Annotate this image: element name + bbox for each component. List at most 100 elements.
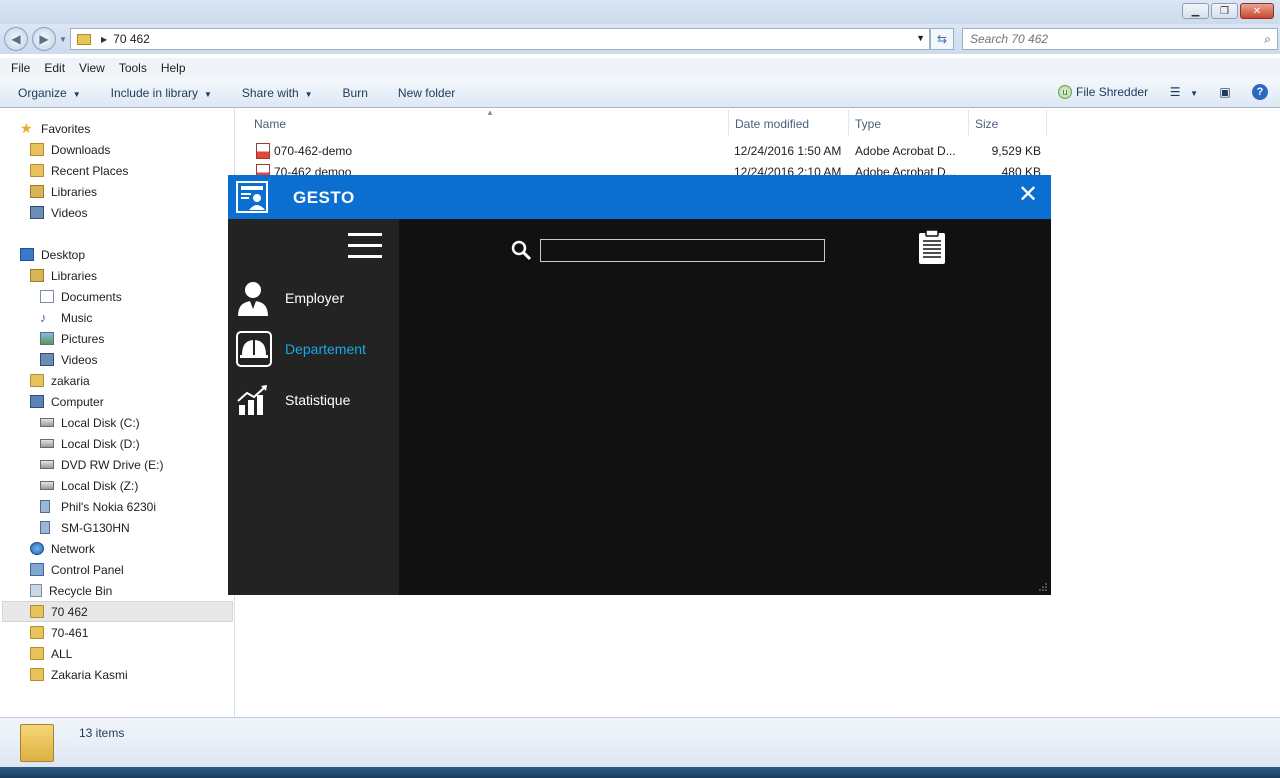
chevron-down-icon: ▼	[204, 89, 212, 99]
close-button[interactable]: ✕	[1240, 3, 1274, 19]
close-icon[interactable]: ✕	[1017, 183, 1039, 207]
nav-favorites-videos[interactable]: Videos	[30, 202, 87, 223]
change-view-button[interactable]: ☰ ▼	[1166, 84, 1198, 100]
nav-label: 70 462	[51, 604, 88, 619]
nav-favorites-libraries[interactable]: Libraries	[30, 181, 97, 202]
dvd-drive-icon	[40, 460, 54, 469]
column-header-type[interactable]: Type	[855, 114, 881, 134]
gesto-sidebar: Employer Departement Statistique	[228, 219, 399, 595]
nav-favorites[interactable]: ★ Favorites	[20, 118, 90, 139]
nav-network[interactable]: Network	[30, 538, 95, 559]
nav-all[interactable]: ALL	[30, 643, 72, 664]
column-divider[interactable]	[848, 110, 849, 136]
organize-button[interactable]: Organize ▼	[18, 86, 81, 100]
menu-bar: File Edit View Tools Help	[0, 58, 1280, 78]
column-header-date-modified[interactable]: Date modified	[735, 114, 809, 134]
nav-pictures[interactable]: Pictures	[40, 328, 104, 349]
menu-help[interactable]: Help	[161, 61, 194, 75]
nav-local-disk-z[interactable]: Local Disk (Z:)	[40, 475, 138, 496]
menu-view[interactable]: View	[79, 61, 113, 75]
file-shredder-button[interactable]: u File Shredder	[1058, 85, 1148, 100]
minimize-button[interactable]: ▁	[1182, 3, 1209, 19]
nav-statistique-label: Statistique	[285, 392, 351, 408]
nav-computer[interactable]: Computer	[30, 391, 104, 412]
nav-downloads[interactable]: Downloads	[30, 139, 110, 160]
computer-icon	[30, 395, 44, 408]
breadcrumb-arrow-icon[interactable]: ▶	[101, 35, 107, 44]
nav-libraries[interactable]: Libraries	[30, 265, 97, 286]
share-with-button[interactable]: Share with ▼	[242, 86, 313, 100]
nav-dvd-drive-e[interactable]: DVD RW Drive (E:)	[40, 454, 163, 475]
menu-tools[interactable]: Tools	[119, 61, 155, 75]
nav-recent-places[interactable]: Recent Places	[30, 160, 128, 181]
nav-desktop[interactable]: Desktop	[20, 244, 85, 265]
nav-sm-g130hn[interactable]: SM-G130HN	[40, 517, 130, 538]
nav-label: Control Panel	[51, 562, 124, 577]
nav-label: Downloads	[51, 142, 111, 157]
address-bar[interactable]: ▶ 70 462 ▼	[70, 28, 930, 50]
column-header-name[interactable]: Name	[254, 114, 286, 134]
address-row: ◀ ▶ ▼ ▶ 70 462 ▼ ⇆ ⌕	[0, 24, 1280, 54]
nav-videos[interactable]: Videos	[40, 349, 97, 370]
file-shredder-icon: u	[1058, 85, 1073, 100]
gesto-titlebar[interactable]: GESTO ✕	[228, 175, 1051, 219]
nav-control-panel[interactable]: Control Panel	[30, 559, 124, 580]
nav-documents[interactable]: Documents	[40, 286, 122, 307]
preview-pane-icon[interactable]: ▣	[1216, 84, 1234, 100]
burn-button[interactable]: Burn	[343, 86, 368, 100]
search-input[interactable]	[970, 32, 1250, 46]
nav-label: Zakaria Kasmi	[51, 667, 128, 682]
include-in-library-button[interactable]: Include in library ▼	[111, 86, 212, 100]
resize-grip-icon[interactable]	[1038, 582, 1048, 592]
clipboard-icon[interactable]	[917, 229, 947, 265]
nav-music[interactable]: ♪ Music	[40, 307, 92, 328]
nav-departement[interactable]: Departement	[236, 329, 396, 369]
nav-local-disk-d[interactable]: Local Disk (D:)	[40, 433, 140, 454]
new-folder-button[interactable]: New folder	[398, 86, 455, 100]
column-divider[interactable]	[968, 110, 969, 136]
file-name: 070-462-demo	[274, 143, 353, 158]
search-input[interactable]	[540, 239, 825, 262]
nav-zakaria[interactable]: zakaria	[30, 370, 90, 391]
address-dropdown-icon[interactable]: ▼	[916, 33, 925, 43]
share-with-label: Share with	[241, 85, 299, 100]
app-logo-icon	[236, 181, 268, 213]
nav-70-462[interactable]: 70 462	[2, 601, 233, 622]
nav-label: Videos	[51, 205, 88, 220]
folder-icon	[30, 647, 44, 660]
column-divider[interactable]	[728, 110, 729, 136]
pdf-icon	[256, 142, 270, 159]
nav-nokia-phone[interactable]: Phil's Nokia 6230i	[40, 496, 156, 517]
file-date: 12/24/2016 1:50 AM	[734, 143, 842, 158]
taskbar[interactable]	[0, 767, 1280, 778]
nav-recycle-bin[interactable]: Recycle Bin	[30, 580, 112, 601]
hamburger-menu-icon[interactable]	[348, 233, 382, 261]
recent-pages-chevron-icon[interactable]: ▼	[59, 35, 67, 44]
menu-file[interactable]: File	[11, 61, 38, 75]
breadcrumb-current[interactable]: 70 462	[113, 32, 150, 46]
recent-places-icon	[30, 164, 44, 177]
nav-statistique[interactable]: Statistique	[236, 380, 396, 420]
nav-zakaria-kasmi[interactable]: Zakaria Kasmi	[30, 664, 128, 685]
refresh-button[interactable]: ⇆	[930, 28, 954, 50]
maximize-button[interactable]: ❐	[1211, 3, 1238, 19]
search-icon[interactable]: ⌕	[1264, 32, 1271, 47]
folder-icon	[30, 626, 44, 639]
nav-70-461[interactable]: 70-461	[30, 622, 88, 643]
back-button[interactable]: ◀	[4, 27, 28, 51]
column-divider[interactable]	[1046, 110, 1047, 136]
column-header-size[interactable]: Size	[975, 114, 998, 134]
nav-local-disk-c[interactable]: Local Disk (C:)	[40, 412, 140, 433]
menu-edit[interactable]: Edit	[44, 61, 73, 75]
table-row[interactable]: 070-462-demo 12/24/2016 1:50 AM Adobe Ac…	[248, 140, 1048, 161]
forward-button[interactable]: ▶	[32, 27, 56, 51]
videos-icon	[30, 206, 44, 219]
search-icon	[511, 240, 532, 261]
gesto-window: GESTO ✕ Employer Departement Statistique	[228, 175, 1051, 595]
videos-icon	[40, 353, 54, 366]
command-bar-right: u File Shredder ☰ ▼ ▣ ?	[1058, 84, 1268, 100]
nav-employer[interactable]: Employer	[236, 278, 396, 318]
search-box[interactable]: ⌕	[962, 28, 1278, 50]
file-shredder-label: File Shredder	[1076, 84, 1149, 99]
help-icon[interactable]: ?	[1252, 84, 1268, 100]
